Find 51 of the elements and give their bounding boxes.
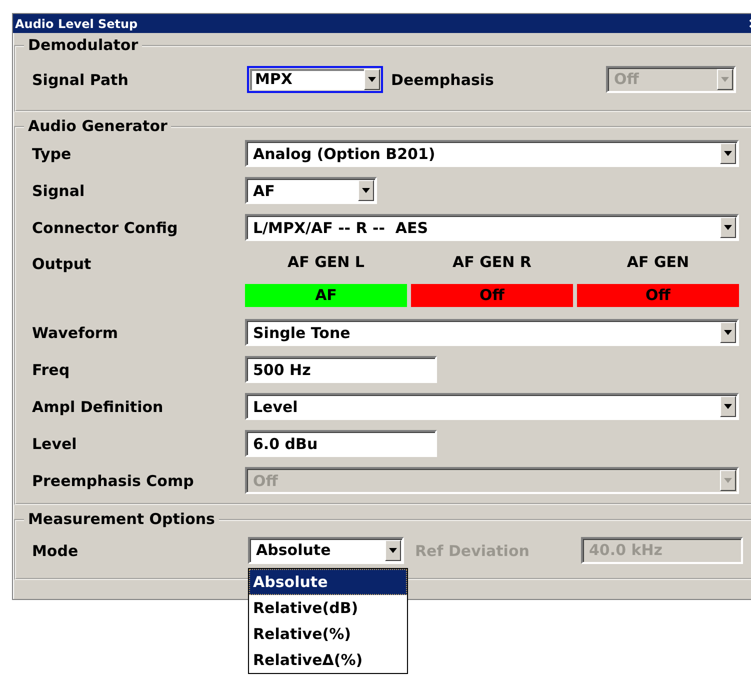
dropdown-button[interactable] bbox=[720, 322, 736, 343]
channel-name: AF GEN L bbox=[286, 252, 366, 270]
dropdown-button[interactable] bbox=[720, 396, 736, 417]
dropdown-button[interactable] bbox=[720, 217, 736, 238]
caret-icon bbox=[724, 478, 732, 483]
dropdown-option[interactable]: Relative(%) bbox=[249, 620, 407, 646]
dropdown[interactable]: AF bbox=[245, 177, 377, 204]
input-field[interactable]: 500 Hz bbox=[245, 356, 437, 383]
field-label: Ref Deviation bbox=[415, 542, 530, 560]
input-field[interactable]: 6.0 dBu bbox=[245, 430, 437, 457]
caret-icon bbox=[724, 404, 732, 409]
field-label: Freq bbox=[32, 360, 71, 378]
dropdown-option[interactable]: Absolute bbox=[249, 568, 407, 594]
channel-status: AF bbox=[245, 284, 407, 307]
dropdown[interactable]: Level bbox=[245, 393, 739, 420]
dropdown-button[interactable] bbox=[364, 68, 380, 90]
field-label: Output bbox=[32, 255, 92, 273]
caret-icon bbox=[724, 225, 732, 230]
field-label: Mode bbox=[32, 542, 78, 560]
field-label: Waveform bbox=[32, 324, 119, 342]
field-label: Deemphasis bbox=[391, 70, 494, 88]
caret-icon bbox=[724, 151, 732, 156]
group-title: Demodulator bbox=[27, 37, 140, 54]
dropdown-button[interactable] bbox=[358, 180, 374, 201]
group-title: Audio Generator bbox=[27, 118, 168, 135]
dropdown[interactable]: L/MPX/AF -- R -- AES bbox=[245, 214, 739, 241]
field-label: Connector Config bbox=[32, 218, 179, 236]
dropdown-option[interactable]: Relative(dB) bbox=[249, 594, 407, 620]
caret-icon bbox=[362, 188, 370, 193]
field-label: Ampl Definition bbox=[32, 398, 164, 416]
channel-name: AF GEN R bbox=[452, 252, 532, 270]
channel-status: Off bbox=[577, 284, 739, 307]
field-label: Signal bbox=[32, 182, 86, 200]
window-title: Audio Level Setup bbox=[15, 16, 138, 30]
group-title: Measurement Options bbox=[27, 511, 216, 528]
field-label: Level bbox=[32, 434, 78, 452]
caret-icon bbox=[368, 76, 376, 82]
dropdown-option[interactable]: RelativeΔ(%) bbox=[249, 646, 407, 672]
caret-icon bbox=[724, 330, 732, 335]
field-label: Type bbox=[32, 144, 72, 162]
dropdown-button[interactable] bbox=[385, 540, 401, 560]
caret-icon bbox=[389, 548, 397, 552]
field-label: Preemphasis Comp bbox=[32, 472, 195, 490]
dropdown[interactable]: Single Tone bbox=[245, 319, 739, 346]
dropdown-button[interactable] bbox=[720, 143, 736, 164]
channel-status: Off bbox=[411, 284, 573, 307]
dropdown[interactable]: Analog (Option B201) bbox=[245, 140, 739, 167]
dropdown[interactable]: MPX bbox=[247, 66, 383, 92]
channel-name: AF GEN bbox=[626, 252, 690, 270]
caret-icon bbox=[721, 76, 729, 82]
field-label: Signal Path bbox=[32, 70, 128, 88]
